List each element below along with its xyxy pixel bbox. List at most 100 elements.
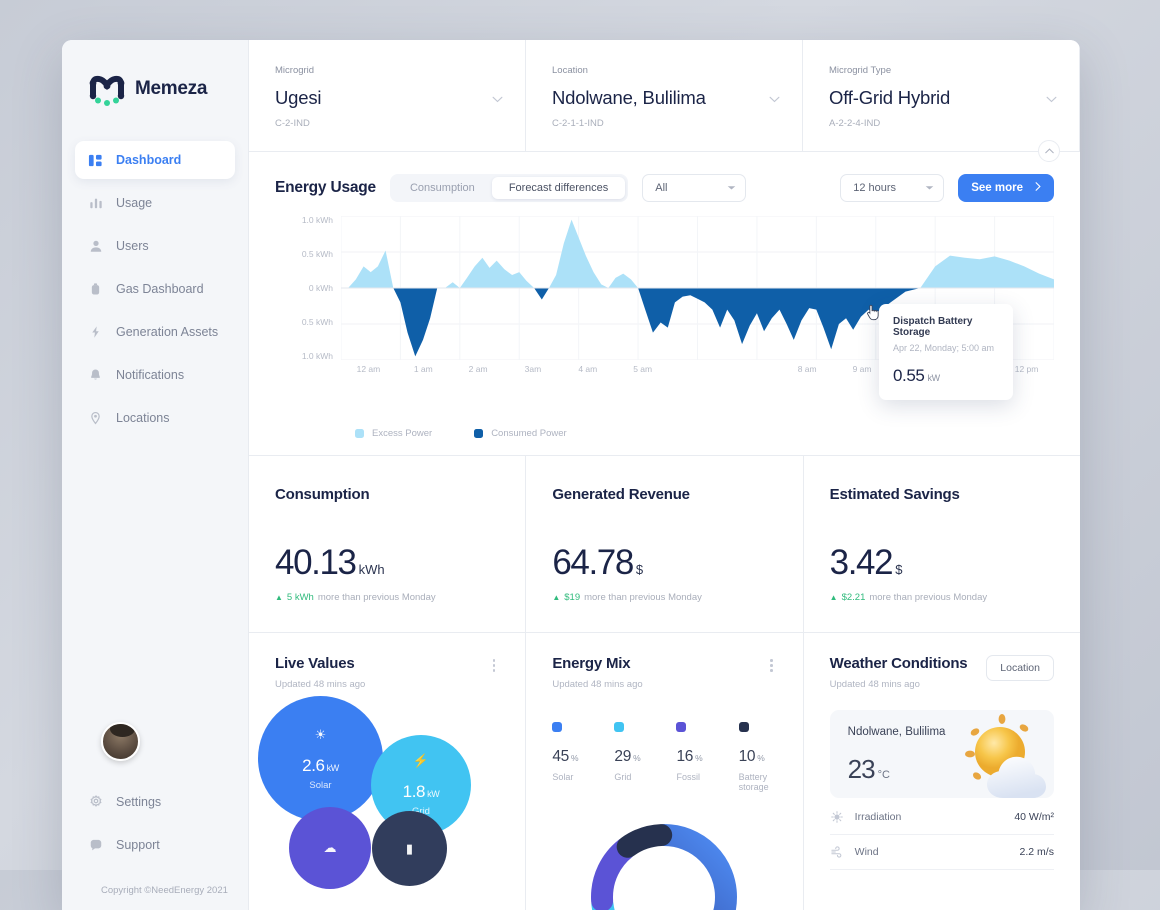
gear-icon <box>88 795 103 810</box>
tooltip-title: Dispatch Battery Storage <box>893 316 973 338</box>
mix-item-fossil: 16% Fossil <box>676 722 714 792</box>
kpi-unit: $ <box>895 562 903 577</box>
bubble-value: 1.8 kW <box>403 782 440 802</box>
bubble-solar[interactable]: ☀ 2.6 kW Solar <box>258 696 383 821</box>
mix-number: 10 <box>738 748 756 765</box>
energy-mix-donut-chart <box>578 811 750 910</box>
selector-location[interactable]: Location Ndolwane, Bulilima C-2-1-1-IND <box>526 40 803 151</box>
triangle-up-icon: ▲ <box>275 593 283 602</box>
avatar[interactable] <box>101 722 140 761</box>
tooltip-value: 0.55 kW <box>893 366 999 386</box>
see-more-button[interactable]: See more <box>958 174 1054 202</box>
usage-filter-select[interactable]: All <box>642 174 747 202</box>
kpi-delta: ▲ 5 kWh more than previous Monday <box>275 592 499 603</box>
kpi-card-consumption: Consumption 40.13 kWh ▲ 5 kWh more than p… <box>249 456 527 632</box>
mix-percent: 16% <box>676 748 714 766</box>
cloud-icon: ☁ <box>323 840 337 855</box>
usage-range-select[interactable]: 12 hours <box>840 174 945 202</box>
more-options-icon[interactable] <box>766 655 777 676</box>
sidebar-item-label: Locations <box>116 411 170 425</box>
x-tick: 8 am <box>797 364 817 374</box>
sidebar-item-locations[interactable]: Locations <box>75 399 235 437</box>
selector-microgrid[interactable]: Microgrid Ugesi C-2-IND <box>249 40 526 151</box>
triangle-up-icon: ▲ <box>552 593 561 602</box>
widget-weather-conditions: Weather Conditions Updated 48 mins ago L… <box>804 633 1080 910</box>
sidebar-item-gas-dashboard[interactable]: Gas Dashboard <box>75 270 235 308</box>
sidebar-item-support[interactable]: Support <box>75 826 235 864</box>
kpi-title: Generated Revenue <box>552 486 690 503</box>
legend-color-swatch <box>355 429 364 438</box>
weather-temp-unit: °C <box>877 769 890 781</box>
kpi-card-generated-revenue: Generated Revenue 64.78 $ ▲ $19 more than… <box>526 456 804 632</box>
energy-mix-stats: 45% Solar 29% Grid 16% Fossil 10 % Batte… <box>552 722 776 792</box>
main-content: Microgrid Ugesi C-2-IND Location Ndolwan… <box>249 40 1080 910</box>
weather-row-value: 2.2 m/s <box>1019 846 1054 858</box>
sidebar-item-usage[interactable]: Usage <box>75 184 235 222</box>
kpi-unit: kWh <box>358 562 385 577</box>
kpi-title: Estimated Savings <box>829 486 960 503</box>
tab-consumption[interactable]: Consumption <box>393 177 492 199</box>
chart-legend: Excess Power Consumed Power <box>275 416 1054 455</box>
mix-percent: 45% <box>552 748 590 766</box>
energy-usage-toolbar: Energy Usage Consumption Forecast differ… <box>275 174 1054 202</box>
kpi-number: 40.13 <box>275 543 357 582</box>
live-values-bubbles: ☀ 2.6 kW Solar ⚡ 1.8 kW Grid ☁ ▮ <box>249 696 525 910</box>
bubble-unit: kW <box>427 789 440 799</box>
mix-unit: % <box>570 753 579 763</box>
legend-label: Consumed Power <box>491 428 567 439</box>
mix-item-solar: 45% Solar <box>552 722 590 792</box>
x-tick: 3am <box>524 364 542 374</box>
app-window: Memeza Dashboard Usage Users Gas Dashboa… <box>62 40 1080 910</box>
header-selectors: Microgrid Ugesi C-2-IND Location Ndolwan… <box>249 40 1080 162</box>
location-button[interactable]: Location <box>986 655 1054 681</box>
dashboard-icon <box>88 153 103 168</box>
sidebar-item-users[interactable]: Users <box>75 227 235 265</box>
selector-label: Microgrid <box>275 65 315 76</box>
selector-microgrid-type[interactable]: Microgrid Type Off-Grid Hybrid A-2-2-4-I… <box>803 40 1080 151</box>
sidebar-item-dashboard[interactable]: Dashboard <box>75 141 235 179</box>
kpi-card-estimated-savings: Estimated Savings 3.42 $ ▲ $2.21 more tha… <box>804 456 1080 632</box>
kpi-delta-text: more than previous Monday <box>584 592 702 603</box>
widget-header: Live Values Updated 48 mins ago <box>275 655 499 690</box>
bolt-icon: ⚡ <box>412 753 430 768</box>
mix-number: 45 <box>552 748 569 765</box>
sidebar-nav: Dashboard Usage Users Gas Dashboard Gene… <box>62 141 248 437</box>
gas-canister-icon <box>88 282 103 297</box>
bubble-value: 2.6 kW <box>302 756 339 776</box>
chat-icon <box>88 838 103 853</box>
x-tick: 2 am <box>468 364 488 374</box>
sun-cloud-icon <box>942 710 1054 798</box>
weather-detail-rows: Irradiation 40 W/m² Wind 2.2 m/s <box>829 800 1054 870</box>
x-tick: 4 am <box>578 364 598 374</box>
widget-header: Weather Conditions Updated 48 mins ago L… <box>830 655 1054 690</box>
tooltip-subtitle: Apr 22, Monday; 5:00 am <box>893 343 995 353</box>
selector-label: Microgrid Type <box>829 65 892 76</box>
sidebar-item-label: Usage <box>116 196 153 210</box>
bubble-fossil[interactable]: ☁ <box>289 807 371 889</box>
weather-summary-card: Ndolwane, Bulilima 23 °C <box>829 710 1054 798</box>
energy-usage-panel: Energy Usage Consumption Forecast differ… <box>249 152 1080 456</box>
chevron-down-icon <box>492 90 503 108</box>
wind-icon <box>830 846 844 858</box>
energy-usage-chart: 1.0 kWh 0.5 kWh 0 kWh 0.5 kWh 1.0 kWh 12… <box>275 216 1054 416</box>
y-tick: 0.5 kWh <box>301 248 333 259</box>
x-tick: 5 am <box>633 364 653 374</box>
sidebar-item-label: Support <box>116 838 160 852</box>
widget-title: Weather Conditions <box>829 655 968 672</box>
battery-icon: ▮ <box>405 840 414 856</box>
collapse-header-button[interactable] <box>1038 140 1060 162</box>
mix-color-swatch <box>552 722 563 732</box>
mix-label: Fossil <box>676 772 700 782</box>
usage-filter-value: All <box>655 182 668 194</box>
sidebar-item-generation-assets[interactable]: Generation Assets <box>75 313 235 351</box>
sidebar-item-notifications[interactable]: Notifications <box>75 356 235 394</box>
sidebar-item-settings[interactable]: Settings <box>75 783 235 821</box>
mix-unit: % <box>695 753 703 763</box>
bubble-battery-storage[interactable]: ▮ <box>372 811 447 886</box>
tab-forecast-differences[interactable]: Forecast differences <box>491 177 626 199</box>
chevron-down-icon <box>925 182 934 194</box>
kpi-number: 3.42 <box>829 543 894 582</box>
legend-item-consumed-power: Consumed Power <box>474 428 567 439</box>
more-options-icon[interactable] <box>489 655 500 676</box>
legend-label: Excess Power <box>372 428 433 439</box>
